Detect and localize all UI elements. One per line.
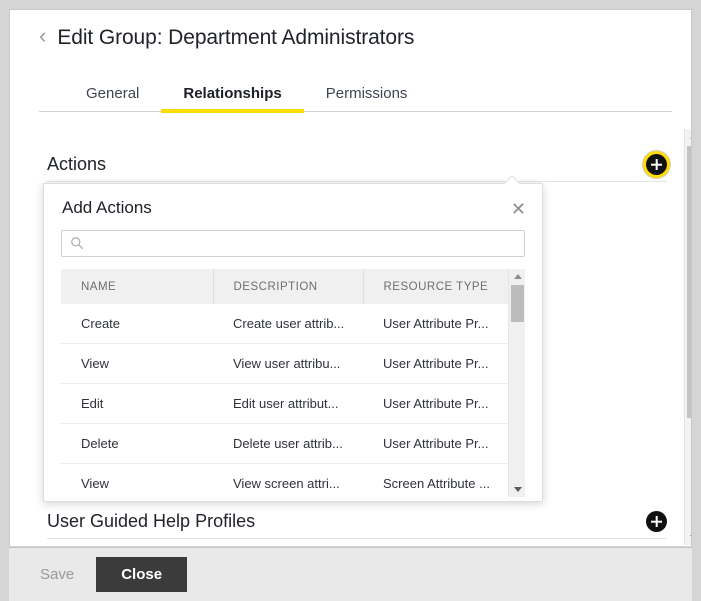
tab-relationships[interactable]: Relationships [161, 85, 305, 113]
dialog-footer: Save Close [9, 547, 692, 601]
cell-description: Create user attrib... [213, 304, 363, 344]
close-icon[interactable]: ✕ [511, 200, 526, 218]
content-scrollbar[interactable] [684, 129, 691, 545]
cell-resource-type: User Attribute Pr... [363, 304, 510, 344]
cell-resource-type: User Attribute Pr... [363, 423, 510, 464]
cell-resource-type: User Attribute Pr... [363, 383, 510, 424]
divider-ughp [47, 538, 667, 539]
tab-general[interactable]: General [64, 85, 161, 111]
tab-list: General Relationships Permissions [39, 78, 672, 113]
cell-resource-type: User Attribute Pr... [363, 343, 510, 384]
table-row[interactable]: View View screen attri... Screen Attribu… [61, 463, 510, 497]
divider-actions [47, 181, 667, 182]
save-button[interactable]: Save [30, 560, 84, 589]
column-header-description[interactable]: DESCRIPTION [213, 269, 364, 304]
cell-name: View [61, 463, 213, 497]
table-row[interactable]: Delete Delete user attrib... User Attrib… [61, 423, 510, 464]
section-ughp-title: User Guided Help Profiles [47, 511, 256, 531]
popover-caret [504, 176, 520, 184]
caret-down-icon[interactable] [509, 482, 525, 497]
search-input[interactable] [61, 230, 525, 257]
app-root: ‹ Edit Group: Department Administrators … [0, 0, 701, 601]
popover-search [61, 230, 525, 257]
section-user-guided-help-profiles: User Guided Help Profiles [47, 511, 667, 532]
close-button[interactable]: Close [96, 557, 188, 592]
chevron-left-icon[interactable]: ‹ [39, 25, 46, 50]
table-row[interactable]: Create Create user attrib... User Attrib… [61, 304, 510, 344]
actions-table-body: Create Create user attrib... User Attrib… [61, 304, 510, 497]
cell-name: View [61, 343, 213, 384]
scrollbar-thumb[interactable] [511, 285, 524, 322]
popover-table-scrollbar[interactable] [508, 269, 525, 497]
cell-resource-type: Screen Attribute ... [363, 463, 510, 497]
popover-title: Add Actions [62, 198, 152, 217]
scrollbar-thumb[interactable] [687, 146, 691, 418]
cell-description: Delete user attrib... [213, 423, 363, 464]
caret-up-icon[interactable] [509, 269, 525, 284]
cell-description: Edit user attribut... [213, 383, 363, 424]
page-title: Edit Group: Department Administrators [57, 25, 415, 49]
table-row[interactable]: Edit Edit user attribut... User Attribut… [61, 383, 510, 424]
actions-table-wrap: NAME DESCRIPTION RESOURCE TYPE Create Cr… [61, 269, 525, 497]
column-header-name[interactable]: NAME [61, 269, 214, 304]
page-header: ‹ Edit Group: Department Administrators [39, 25, 414, 50]
actions-table: NAME DESCRIPTION RESOURCE TYPE Create Cr… [61, 269, 510, 497]
caret-up-icon[interactable] [685, 129, 691, 144]
tab-bar: General Relationships Permissions [39, 78, 672, 113]
cell-description: View user attribu... [213, 343, 363, 384]
window-frame: ‹ Edit Group: Department Administrators … [9, 9, 692, 546]
table-row[interactable]: View View user attribu... User Attribute… [61, 343, 510, 384]
section-actions: Actions [47, 154, 667, 175]
tab-permissions[interactable]: Permissions [304, 85, 430, 111]
add-actions-plus-icon[interactable] [646, 154, 667, 175]
tab-rule [39, 111, 672, 112]
popover-header: Add Actions ✕ [44, 184, 542, 218]
cell-description: View screen attri... [213, 463, 363, 497]
section-actions-title: Actions [47, 154, 107, 174]
column-header-resource-type[interactable]: RESOURCE TYPE [363, 269, 510, 304]
add-user-guided-help-profile-plus-icon[interactable] [646, 511, 667, 532]
content-scroll-area: Actions Add Actions ✕ NAME DESCRIPTION R… [20, 129, 691, 545]
add-actions-popover: Add Actions ✕ NAME DESCRIPTION RESOURCE … [43, 183, 543, 502]
cell-name: Create [61, 304, 213, 344]
actions-table-head: NAME DESCRIPTION RESOURCE TYPE [61, 269, 510, 304]
cell-name: Edit [61, 383, 213, 424]
caret-down-icon[interactable] [685, 530, 691, 545]
cell-name: Delete [61, 423, 213, 464]
table-header-row: NAME DESCRIPTION RESOURCE TYPE [61, 269, 510, 304]
